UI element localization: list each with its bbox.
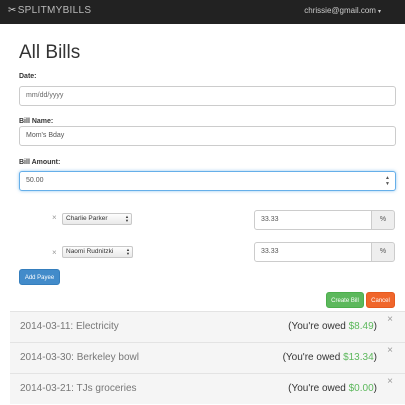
- brand-name: SPLITMYBILLS: [17, 5, 92, 16]
- date-input[interactable]: mm/dd/yyyy: [19, 86, 396, 106]
- bill-owed: (You're owed $13.34): [282, 352, 377, 363]
- payee-select[interactable]: Naomi Rudnitzki ▲ ▼: [62, 246, 133, 258]
- percent-addon: %: [371, 210, 395, 230]
- bill-name-input[interactable]: Mom's Bday: [19, 126, 396, 146]
- navbar: ✂SPLITMYBILLS chrissie@gmail.com ▾: [0, 0, 405, 24]
- bill-title: 2014-03-21: TJs groceries: [20, 383, 137, 394]
- owed-amount: $0.00: [348, 383, 374, 394]
- user-email: chrissie@gmail.com: [304, 6, 376, 15]
- payee-select[interactable]: Charlie Parker ▲ ▼: [62, 213, 132, 225]
- chevron-down-icon: ▲ ▼: [126, 247, 130, 256]
- bill-amount-label: Bill Amount:: [19, 159, 61, 166]
- bill-owed: (You're owed $8.49): [288, 321, 377, 332]
- bill-amount-value: 50.00: [26, 177, 44, 184]
- payee-percent-input[interactable]: 33.33: [254, 242, 372, 262]
- chevron-down-icon: ▾: [377, 9, 381, 15]
- cancel-button[interactable]: Cancel: [366, 292, 395, 308]
- create-bill-button[interactable]: Create Bill: [326, 292, 364, 308]
- remove-payee-icon[interactable]: ×: [52, 213, 57, 222]
- add-payee-button[interactable]: Add Payee: [19, 269, 60, 285]
- bill-title: 2014-03-11: Electricity: [20, 321, 119, 332]
- payee-name: Charlie Parker: [66, 215, 108, 222]
- percent-addon: %: [371, 242, 395, 262]
- bill-amount-input[interactable]: 50.00 ▲ ▼: [19, 171, 396, 191]
- bill-row[interactable]: 2014-03-21: TJs groceries (You're owed $…: [10, 373, 405, 404]
- date-label: Date:: [19, 73, 37, 80]
- owed-amount: $8.49: [348, 321, 374, 332]
- close-icon[interactable]: ×: [387, 314, 393, 325]
- chevron-down-icon: ▲ ▼: [125, 214, 129, 223]
- payee-percent-input[interactable]: 33.33: [254, 210, 372, 230]
- brand-logo[interactable]: ✂SPLITMYBILLS: [8, 5, 91, 16]
- bill-row[interactable]: 2014-03-11: Electricity (You're owed $8.…: [10, 311, 405, 342]
- remove-payee-icon[interactable]: ×: [52, 248, 57, 257]
- bill-owed: (You're owed $0.00): [288, 383, 377, 394]
- bill-title: 2014-03-30: Berkeley bowl: [20, 352, 139, 363]
- close-icon[interactable]: ×: [387, 376, 393, 387]
- owed-amount: $13.34: [343, 352, 374, 363]
- amount-stepper[interactable]: ▲ ▼: [385, 175, 390, 187]
- bill-name-label: Bill Name:: [19, 118, 54, 125]
- payee-name: Naomi Rudnitzki: [66, 248, 114, 255]
- close-icon[interactable]: ×: [387, 345, 393, 356]
- scissors-icon: ✂: [8, 5, 17, 16]
- page-title: All Bills: [19, 42, 81, 63]
- bill-row[interactable]: 2014-03-30: Berkeley bowl (You're owed $…: [10, 342, 405, 373]
- user-menu[interactable]: chrissie@gmail.com ▾: [304, 6, 381, 15]
